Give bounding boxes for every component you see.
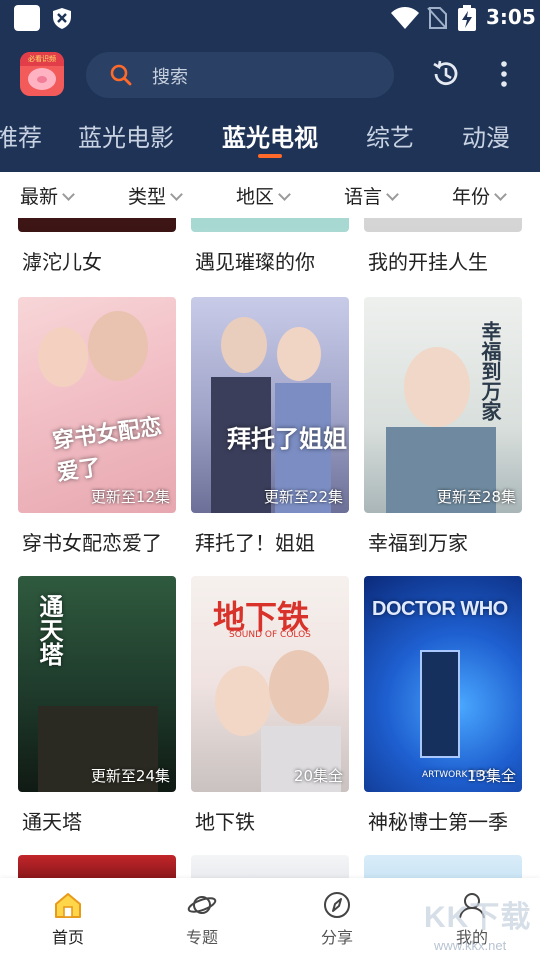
filter-year[interactable]: 年份 [452, 182, 507, 209]
pig-nose-shape [37, 76, 47, 83]
episode-badge: 13集全 [466, 767, 516, 785]
watermark-text: KK下载 [424, 901, 532, 934]
site-watermark: KK下载 www.kkx.net [422, 892, 540, 960]
episode-badge: 更新至24集 [90, 767, 170, 785]
shield-icon [53, 8, 71, 29]
watermark-url: www.kkx.net [434, 938, 507, 953]
filter-region[interactable]: 地区 [236, 182, 291, 209]
status-time: 3:05 [486, 5, 536, 29]
filter-label: 年份 [452, 186, 491, 208]
video-poster [364, 855, 522, 878]
filter-latest[interactable]: 最新 [20, 182, 75, 209]
poster-figure [221, 317, 267, 373]
wifi-icon [391, 7, 419, 29]
video-title: 滹沱儿女 [22, 250, 102, 274]
video-title: 神秘博士第一季 [368, 810, 508, 834]
episode-badge: 更新至28集 [436, 488, 516, 506]
tardis-shape [420, 650, 460, 758]
app-logo[interactable]: 必看识频 [20, 52, 64, 96]
chevron-down-icon [170, 188, 183, 201]
poster-title: 幸福到万家 [478, 321, 502, 421]
video-title: 通天塔 [22, 810, 82, 834]
video-grid: 滹沱儿女 遇见璀璨的你 我的开挂人生 穿书女配恋爱了 更新至12集 穿书女配恋爱… [0, 218, 540, 878]
poster-figure [277, 327, 321, 381]
filter-language[interactable]: 语言 [344, 182, 399, 209]
video-poster [191, 218, 349, 232]
filter-bar: 最新 类型 地区 语言 年份 [0, 172, 540, 218]
video-poster [18, 855, 176, 878]
chevron-down-icon [62, 188, 75, 201]
tab-bluray-movies[interactable]: 蓝光电影 [78, 118, 174, 153]
episode-badge: 更新至12集 [90, 488, 170, 506]
bottom-nav: 首页 专题 分享 我的 KK下载 www.kkx.net [0, 878, 540, 960]
poster-figure [88, 311, 148, 381]
chevron-down-icon [494, 188, 507, 201]
video-poster [191, 855, 349, 878]
video-poster: 地下铁 SOUND OF COLOS 20集全 [191, 576, 349, 792]
compass-icon [324, 892, 350, 918]
video-poster: 拜托了姐姐 更新至22集 [191, 297, 349, 513]
nav-label: 专题 [185, 928, 218, 947]
filter-label: 最新 [20, 186, 59, 208]
battery-charging-icon [458, 5, 476, 31]
video-title: 我的开挂人生 [368, 250, 488, 274]
nav-label: 首页 [51, 928, 84, 947]
video-poster [364, 218, 522, 232]
logo-text: 必看识频 [20, 52, 64, 66]
search-placeholder: 搜索 [152, 67, 188, 88]
video-title: 幸福到万家 [368, 531, 468, 555]
notification-icon [14, 5, 40, 31]
chevron-down-icon [278, 188, 291, 201]
video-poster: 穿书女配恋爱了 更新至12集 [18, 297, 176, 513]
episode-badge: 20集全 [293, 767, 343, 785]
filter-label: 语言 [344, 186, 383, 208]
video-poster: 幸福到万家 更新至28集 [364, 297, 522, 513]
active-tab-indicator [258, 154, 282, 158]
tab-variety[interactable]: 综艺 [366, 118, 414, 153]
chevron-down-icon [386, 188, 399, 201]
filter-label: 地区 [236, 186, 275, 208]
nav-label: 分享 [320, 928, 353, 947]
search-input[interactable]: 搜索 [86, 52, 394, 98]
home-icon [55, 893, 81, 918]
nav-share[interactable]: 分享 [297, 890, 377, 948]
tab-bluray-tv[interactable]: 蓝光电视 [222, 118, 318, 153]
poster-figure [269, 650, 329, 724]
filter-type[interactable]: 类型 [128, 182, 183, 209]
video-poster [18, 218, 176, 232]
poster-title: DOCTOR WHO [372, 598, 508, 620]
planet-icon [187, 896, 217, 914]
video-title: 拜托了！姐姐 [195, 531, 315, 555]
poster-title: 穿书女配恋爱了 [50, 414, 164, 487]
poster-figure [38, 327, 88, 387]
status-bar: 3:05 [0, 0, 540, 36]
filter-label: 类型 [128, 186, 167, 208]
video-poster: DOCTOR WHO ARTWORK TBC 13集全 [364, 576, 522, 792]
episode-badge: 更新至22集 [263, 488, 343, 506]
search-icon [110, 64, 132, 86]
no-sim-icon [427, 7, 447, 29]
app-header: 必看识频 搜索 推荐 蓝光电影 蓝光电视 综艺 动漫 [0, 36, 540, 172]
video-title: 遇见璀璨的你 [195, 250, 315, 274]
tab-anime[interactable]: 动漫 [462, 118, 510, 153]
nav-topics[interactable]: 专题 [162, 890, 242, 948]
poster-title: 拜托了姐姐 [227, 425, 347, 453]
video-title: 穿书女配恋爱了 [22, 531, 162, 555]
video-poster: 通天塔 更新至24集 [18, 576, 176, 792]
nav-home[interactable]: 首页 [28, 890, 108, 948]
video-title: 地下铁 [195, 810, 255, 834]
tab-recommend[interactable]: 推荐 [0, 118, 42, 153]
poster-subtitle: SOUND OF COLOS [229, 630, 311, 640]
poster-figure [404, 347, 470, 427]
more-menu-icon[interactable] [494, 58, 514, 90]
poster-title: 通天塔 [35, 594, 63, 666]
history-icon[interactable] [430, 58, 462, 90]
